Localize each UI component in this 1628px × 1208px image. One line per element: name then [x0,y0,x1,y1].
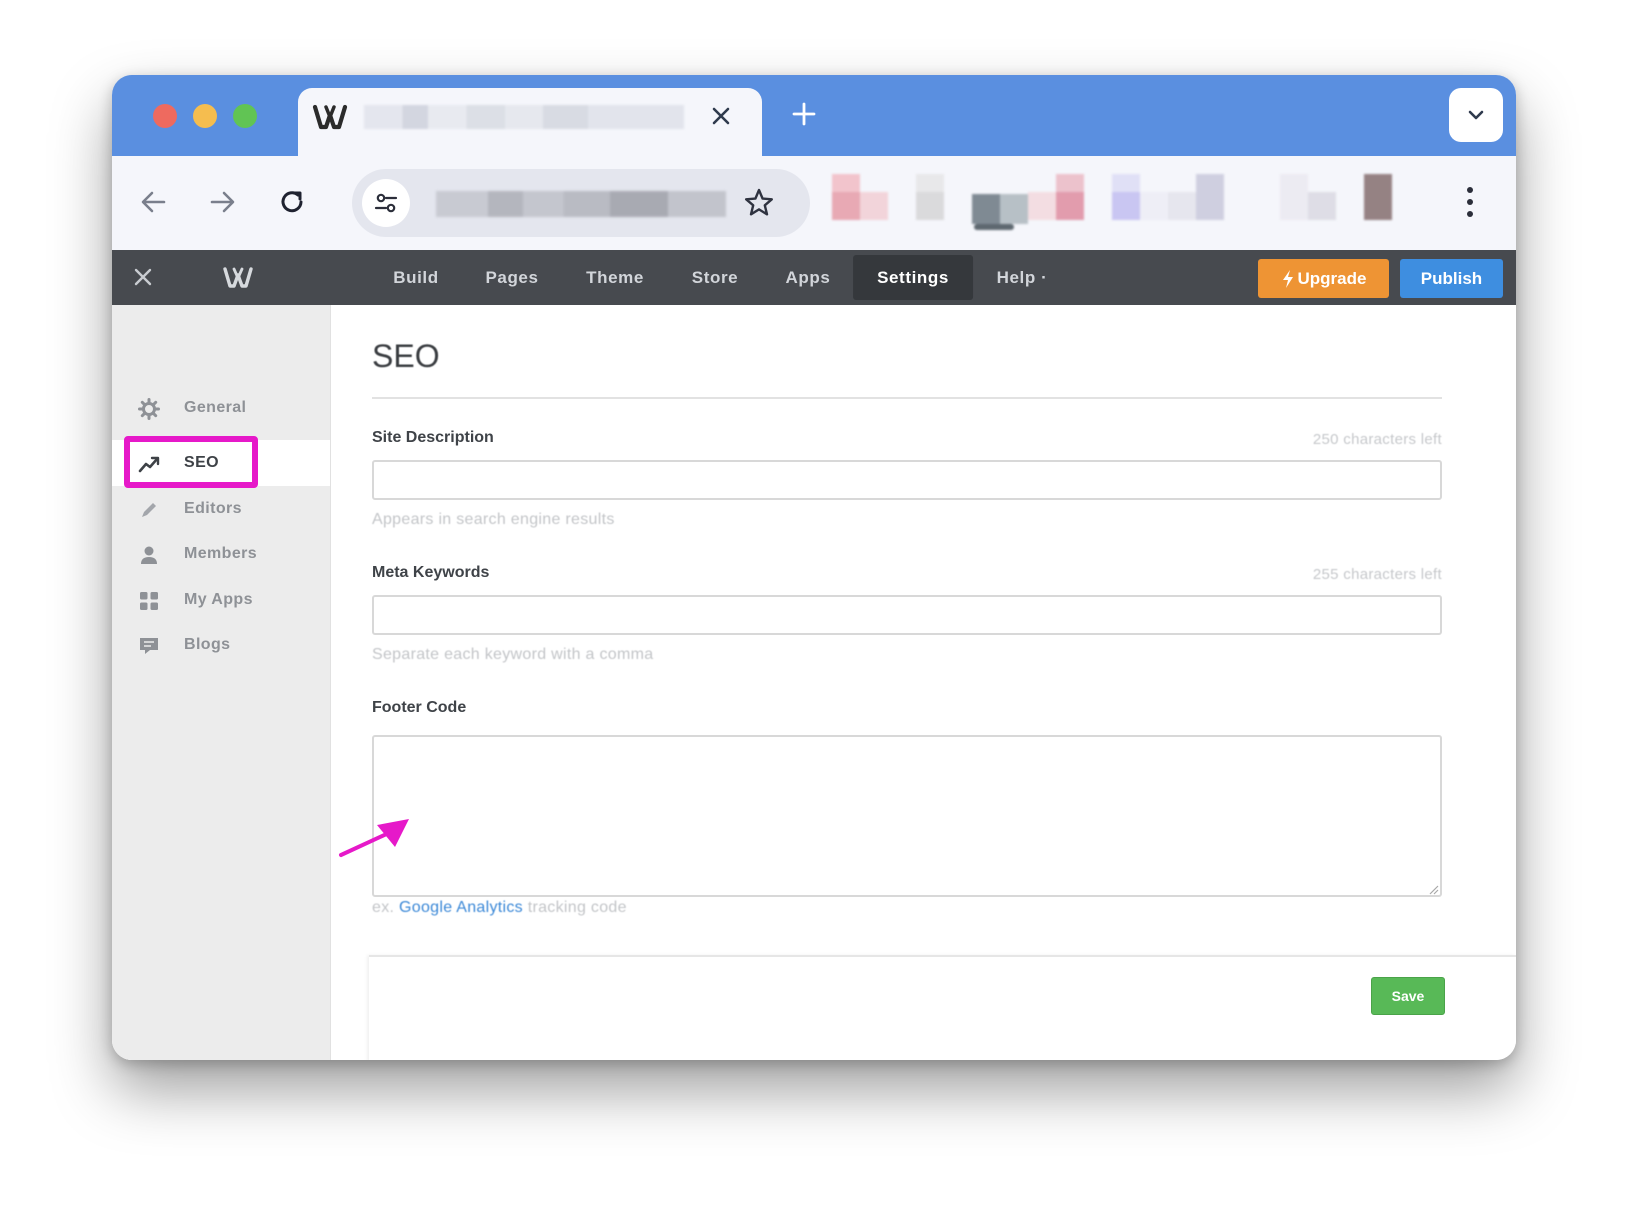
bookmark-item[interactable] [860,192,888,220]
seo-settings-panel: SEO Site Description 250 characters left… [331,305,1516,1060]
footer-code-label: Footer Code [372,699,467,716]
footer-code-textarea[interactable] [372,735,1442,897]
bookmark-item[interactable] [972,194,1000,224]
bookmark-star-icon[interactable] [742,186,776,220]
bookmarks-bar [832,174,1432,232]
minimize-window-button[interactable] [193,104,217,128]
site-description-help: Appears in search engine results [372,511,615,528]
bookmark-item[interactable] [1056,174,1084,192]
site-description-label: Site Description [372,429,494,446]
chat-icon [140,638,158,654]
publish-button[interactable]: Publish [1400,259,1503,298]
save-button[interactable]: Save [1371,977,1445,1015]
bookmark-item[interactable] [1308,192,1336,220]
bookmark-item[interactable] [1112,174,1140,192]
tab-store[interactable]: Store [668,255,762,300]
close-window-button[interactable] [153,104,177,128]
tab-apps[interactable]: Apps [762,255,855,300]
forward-arrow-icon[interactable] [204,184,240,220]
gear-icon [138,398,160,420]
bookmark-item[interactable] [916,174,944,192]
sidebar-item-my-apps[interactable]: My Apps [112,577,330,623]
app-nav-bar: Build Pages Theme Store Apps Settings He… [112,250,1516,305]
bookmark-item[interactable] [1000,194,1028,224]
bookmark-item[interactable] [1140,192,1168,220]
bookmark-item [974,224,1014,230]
maximize-window-button[interactable] [233,104,257,128]
sidebar-item-label: My Apps [184,591,253,608]
sidebar-item-label: Blogs [184,636,231,653]
tab-strip [112,75,1516,156]
tab-title [364,105,684,129]
browser-toolbar [112,156,1516,250]
more-menu-icon[interactable] [1460,182,1480,222]
grid-icon [140,592,158,610]
bookmark-item[interactable] [1168,192,1196,220]
footer-code-help-suffix: tracking code [527,899,627,916]
tab-build[interactable]: Build [369,255,463,300]
bookmark-item[interactable] [1028,192,1056,220]
close-icon[interactable] [132,266,154,288]
tab-theme[interactable]: Theme [562,255,668,300]
tab-settings[interactable]: Settings [853,255,973,300]
tab-help[interactable]: Help · [973,255,1072,300]
sidebar-item-label: Members [184,545,258,562]
sidebar-item-blogs[interactable]: Blogs [112,622,330,668]
bookmark-item[interactable] [1280,174,1308,220]
reload-icon[interactable] [274,184,310,220]
browser-tab[interactable] [298,88,762,156]
meta-keywords-counter: 255 characters left [1312,566,1442,583]
weebly-logo-icon[interactable] [222,262,254,292]
url-text[interactable] [436,191,726,217]
tune-icon [374,193,398,213]
tab-pages[interactable]: Pages [461,255,562,300]
bookmark-item[interactable] [832,174,860,192]
bookmark-item[interactable] [1056,192,1084,220]
upgrade-label: Upgrade [1297,268,1367,288]
footer-code-help: ex. Google Analytics tracking code [372,899,627,917]
sidebar-item-members[interactable]: Members [112,531,330,577]
back-arrow-icon[interactable] [136,184,172,220]
meta-keywords-input[interactable] [372,595,1442,635]
bookmark-item[interactable] [916,192,944,220]
page-title: SEO [372,338,440,374]
settings-sidebar: General SEO Editors Members My Apps Blog… [112,305,331,1060]
resize-grip-icon[interactable] [1427,883,1439,895]
close-icon[interactable] [708,103,734,129]
tab-search-button[interactable] [1449,88,1503,142]
lightning-icon [1282,269,1293,288]
seo-highlight-annotation [124,436,258,488]
bookmark-item[interactable] [832,192,860,220]
sidebar-item-general[interactable]: General [112,385,330,431]
address-bar[interactable] [352,169,810,237]
weebly-logo-icon [312,104,348,130]
meta-keywords-label: Meta Keywords [372,564,490,581]
meta-keywords-help: Separate each keyword with a comma [372,646,654,663]
bookmark-item[interactable] [1112,192,1140,220]
bookmark-item[interactable] [1364,174,1392,220]
google-analytics-link[interactable]: Google Analytics [399,899,523,916]
chevron-down-icon [1468,110,1484,120]
settings-content: General SEO Editors Members My Apps Blog… [112,305,1516,1060]
site-description-input[interactable] [372,460,1442,500]
sidebar-item-label: Editors [184,500,242,517]
pointer-arrow-annotation [339,819,409,857]
person-icon [141,546,157,564]
new-tab-plus-icon[interactable] [789,99,819,129]
site-description-counter: 250 characters left [1312,431,1442,448]
bookmark-item[interactable] [1196,174,1224,220]
footer-action-bar [369,955,1516,1060]
pencil-icon [142,503,156,517]
footer-code-help-prefix: ex. [372,899,395,916]
sidebar-item-label: General [184,399,247,416]
browser-window: Build Pages Theme Store Apps Settings He… [112,75,1516,1060]
sidebar-item-editors[interactable]: Editors [112,486,330,532]
upgrade-button[interactable]: Upgrade [1258,259,1389,298]
title-divider [372,397,1442,399]
site-settings-button[interactable] [362,179,410,227]
